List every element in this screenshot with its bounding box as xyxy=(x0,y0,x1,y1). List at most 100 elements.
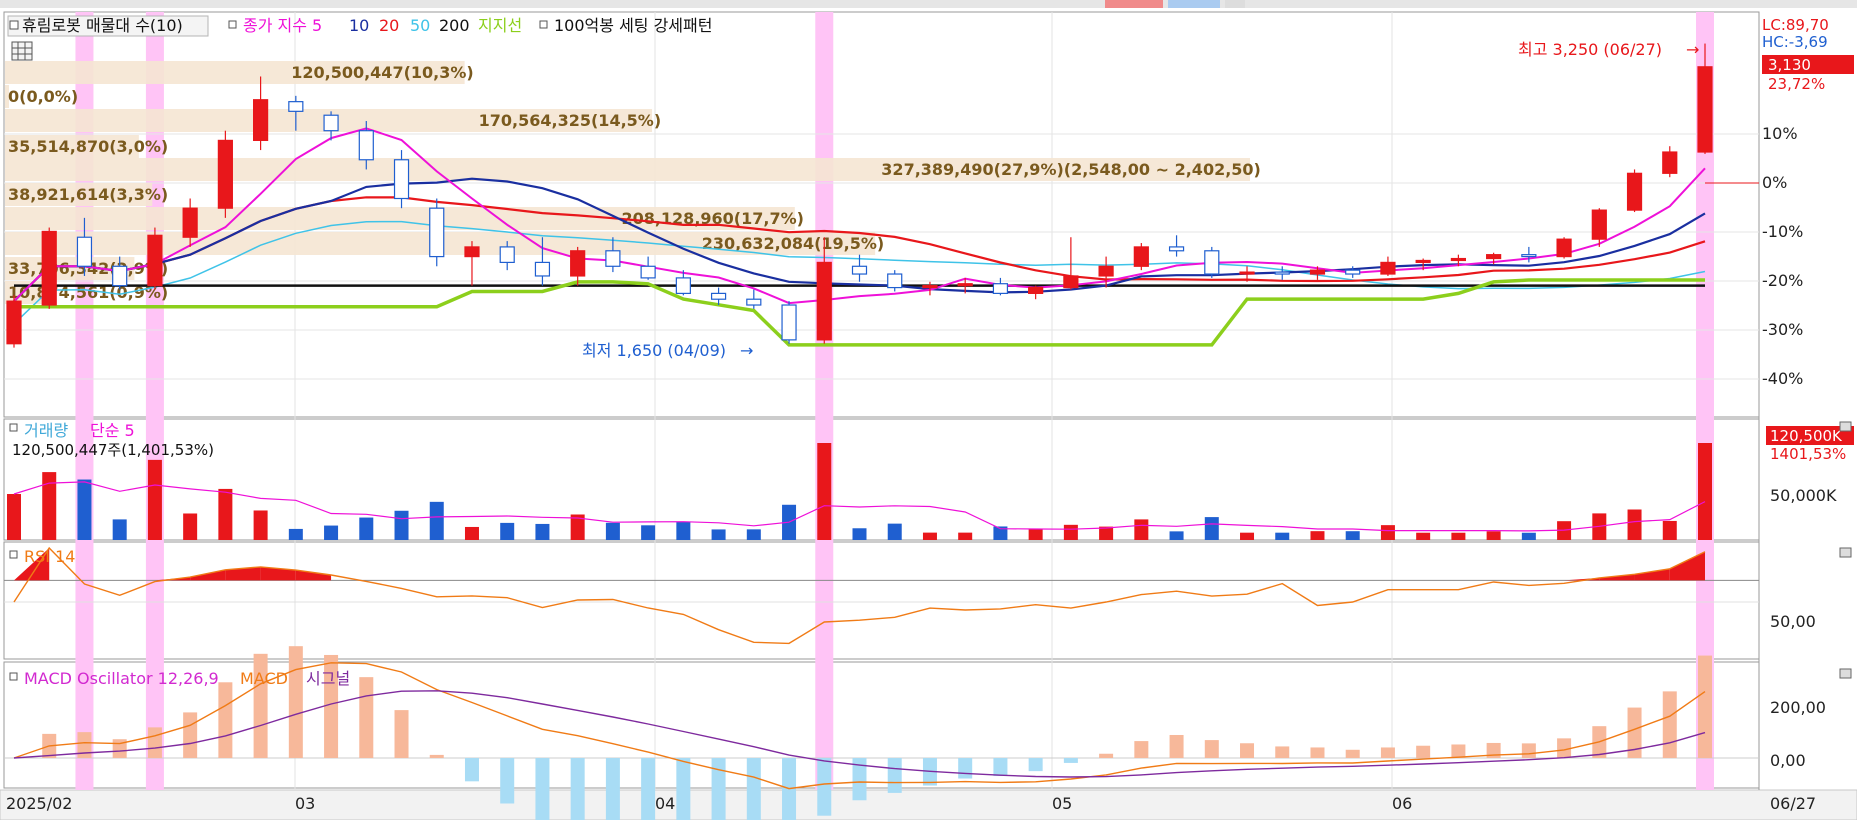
macd-osc-bar xyxy=(1099,753,1114,758)
candle-body xyxy=(992,283,1009,294)
volume-bar xyxy=(464,526,479,540)
macd-osc-bar xyxy=(570,758,585,822)
volume-bar xyxy=(253,510,268,540)
candle-body xyxy=(605,250,621,267)
x-axis-bar xyxy=(0,789,1857,821)
support-legend: 지지선 xyxy=(478,16,522,35)
volume-bar xyxy=(77,479,92,540)
high-arrow-icon: → xyxy=(1686,40,1699,59)
volume-bar xyxy=(1310,531,1325,540)
volume-bar xyxy=(1662,520,1677,540)
last-price-text: 3,130 xyxy=(1768,56,1811,74)
macd-osc-bar xyxy=(1662,691,1677,758)
toolbar-button-gray[interactable] xyxy=(1225,0,1245,8)
grid-icon[interactable] xyxy=(11,41,33,61)
candle-body xyxy=(746,298,762,306)
volume-profile-label: 0(0,0%) xyxy=(8,87,78,106)
volume-badge-text: 120,500K xyxy=(1770,427,1843,445)
macd-osc-bar xyxy=(218,682,233,758)
candle-body xyxy=(1239,271,1255,275)
volume-bar xyxy=(500,522,515,540)
candle-body xyxy=(1098,265,1114,277)
ma-legend-checkbox[interactable] xyxy=(228,20,237,29)
macd-osc-bar xyxy=(641,758,656,824)
volume-bar xyxy=(887,523,902,540)
volume-title[interactable]: 거래량 xyxy=(24,421,68,440)
candle-body xyxy=(6,300,22,345)
macd-title[interactable]: MACD Oscillator 12,26,9 xyxy=(24,669,219,688)
candle-body xyxy=(253,99,269,141)
macd-osc-bar xyxy=(1134,741,1149,758)
legend-title[interactable]: 휴림로봇 매물대 수(10) xyxy=(22,16,183,35)
macd-osc-bar xyxy=(605,758,620,824)
candle-body xyxy=(1591,209,1607,240)
macd-checkbox[interactable] xyxy=(9,672,18,681)
candle-body xyxy=(112,265,128,287)
candle-body xyxy=(957,283,973,287)
macd-osc-bar xyxy=(1380,747,1395,758)
macd-line-label: MACD xyxy=(240,669,288,688)
volume-bar xyxy=(605,522,620,540)
macd-osc-bar xyxy=(676,758,691,824)
candle-body xyxy=(851,265,868,275)
volume-bar xyxy=(1627,509,1642,540)
volume-bar xyxy=(7,494,21,540)
candle-body xyxy=(464,246,480,258)
macd-osc-bar xyxy=(887,758,902,793)
macd-signal-label: 시그널 xyxy=(306,669,350,688)
candle-body xyxy=(570,250,586,277)
candle-body xyxy=(640,265,656,279)
ma5-legend: 종가 지수 5 xyxy=(243,16,322,35)
rsi-title[interactable]: RSI 14 xyxy=(24,547,75,566)
y-tick-label: 10% xyxy=(1762,124,1798,143)
toolbar-button-blue[interactable] xyxy=(1168,0,1220,8)
high-annotation: 최고 3,250 (06/27) xyxy=(1518,40,1662,59)
y-tick-label: -10% xyxy=(1762,222,1803,241)
candle-body xyxy=(1450,257,1466,262)
candle-body xyxy=(358,130,374,161)
volume-bar xyxy=(535,523,550,540)
candle-body xyxy=(1168,246,1185,252)
candle-body xyxy=(1415,259,1431,264)
volume-bar xyxy=(852,528,867,540)
volume-bar xyxy=(1451,532,1466,540)
macd-osc-bar xyxy=(1275,746,1290,758)
volume-bar xyxy=(1345,531,1360,540)
candle-body xyxy=(534,261,551,277)
toolbar-button-red[interactable] xyxy=(1105,0,1163,8)
candle-body xyxy=(323,114,339,132)
chart-canvas[interactable]: 10% 0% -10% -20% -30% -40% 120,500,447(10,3%)… xyxy=(0,0,1857,824)
macd-osc-bar xyxy=(1698,655,1712,758)
candle-body xyxy=(1274,271,1290,275)
legend-checkbox[interactable] xyxy=(9,20,19,30)
volume-bar xyxy=(394,510,409,540)
volume-bar xyxy=(1275,532,1290,540)
macd-osc-bar xyxy=(993,758,1008,777)
candle-body xyxy=(147,234,163,287)
pattern-legend[interactable]: 100억봉 세팅 강세패턴 xyxy=(554,16,712,35)
close-icon[interactable] xyxy=(1839,668,1852,679)
close-icon[interactable] xyxy=(1839,547,1852,558)
volume-bar xyxy=(1416,532,1431,540)
candle-body xyxy=(1626,172,1643,211)
candle-body xyxy=(1133,246,1149,267)
y-tick-label: -30% xyxy=(1762,320,1803,339)
rsi-tick: 50,00 xyxy=(1770,612,1816,631)
pattern-checkbox[interactable] xyxy=(539,20,548,29)
low-annotation: 최저 1,650 (04/09) xyxy=(582,341,726,360)
volume-checkbox[interactable] xyxy=(9,423,18,432)
volume-bar xyxy=(1169,531,1184,540)
macd-osc-bar xyxy=(1521,743,1536,758)
macd-osc-bar xyxy=(147,727,162,758)
macd-osc-bar xyxy=(817,758,832,816)
top-toolbar-strip xyxy=(0,0,1857,8)
volume-profile-label: 170,564,325(14,5%) xyxy=(479,111,661,130)
volume-tick: 50,000K xyxy=(1770,486,1837,505)
close-icon[interactable] xyxy=(1839,421,1852,432)
macd-osc-bar xyxy=(1028,758,1043,772)
rsi-checkbox[interactable] xyxy=(9,550,18,559)
lc-label: LC:89,70 xyxy=(1762,16,1829,34)
candle-body xyxy=(1697,66,1713,153)
volume-bar xyxy=(1028,529,1043,540)
macd-osc-bar xyxy=(958,758,973,779)
